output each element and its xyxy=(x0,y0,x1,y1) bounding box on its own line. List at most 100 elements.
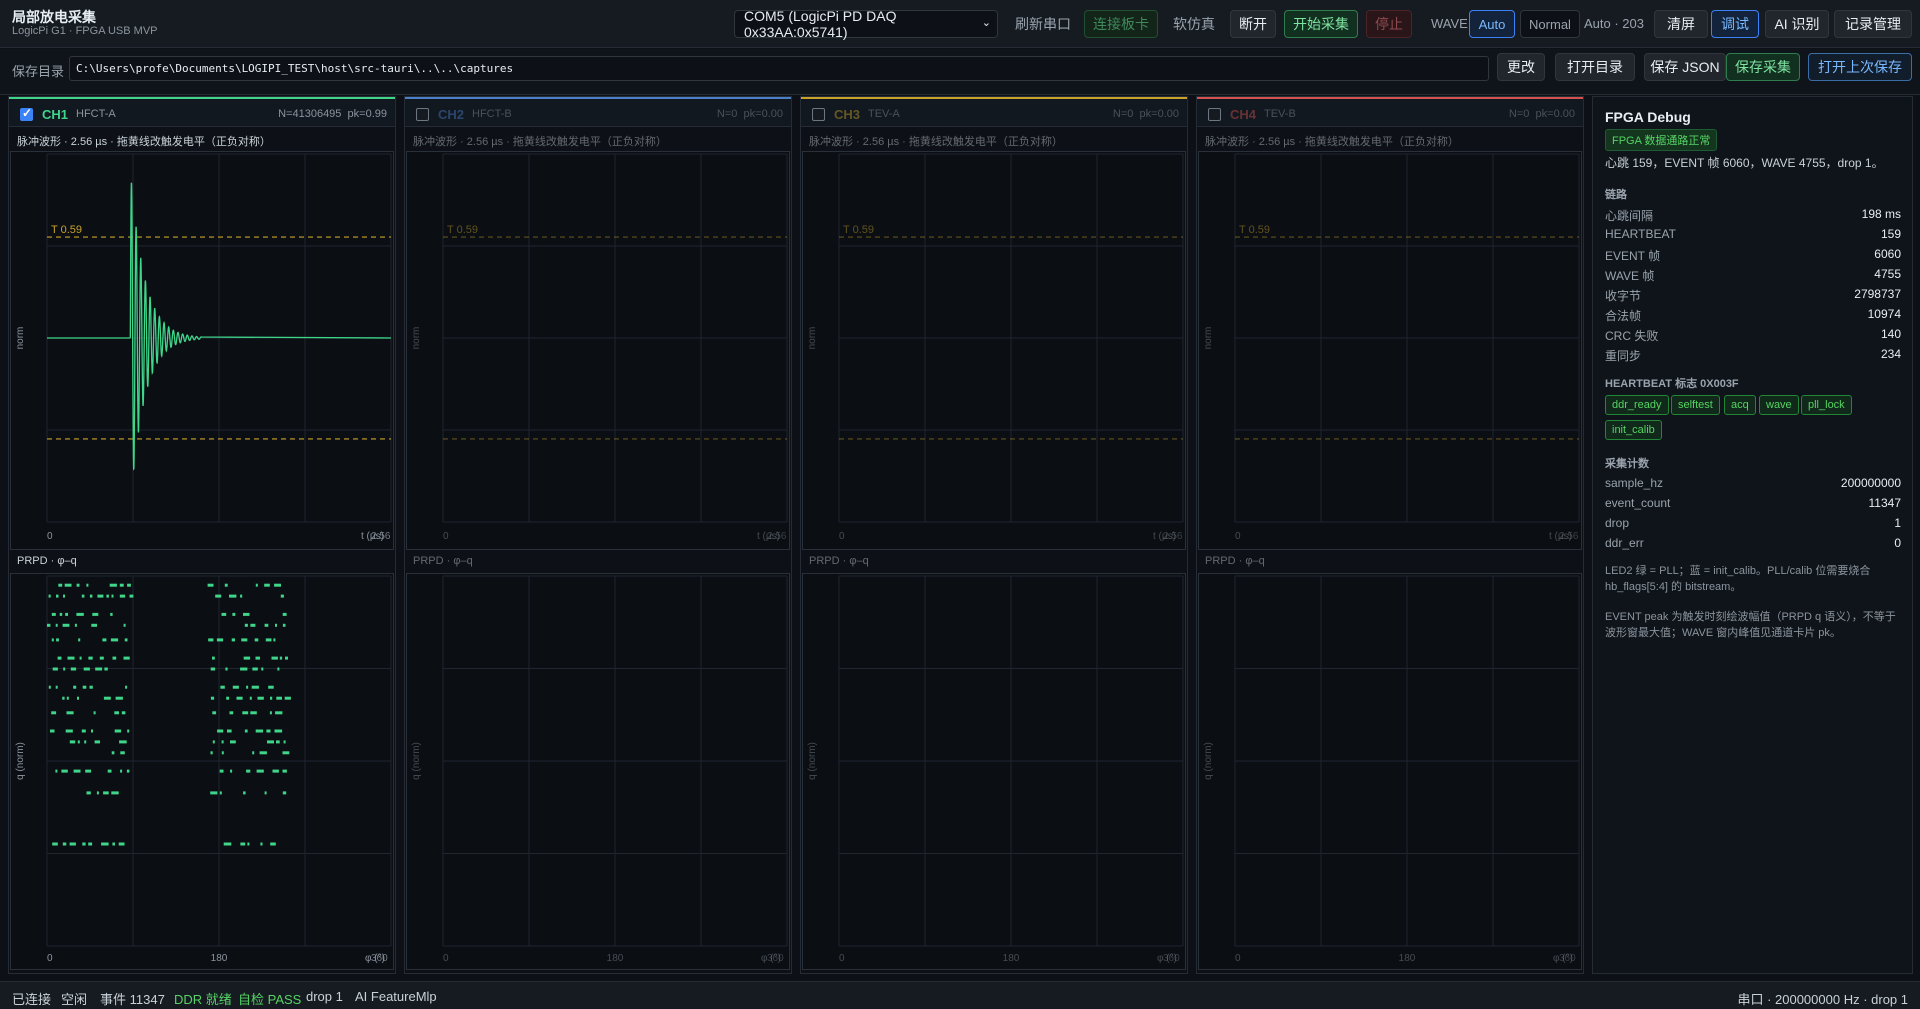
change-dir-button[interactable]: 更改 xyxy=(1497,53,1545,81)
open-dir-button[interactable]: 打开目录 xyxy=(1555,53,1635,81)
prpd-point xyxy=(114,729,122,733)
mode-normal-button[interactable]: Normal xyxy=(1520,10,1580,38)
channel-peak: pk=0.00 xyxy=(1535,108,1575,120)
prpd-point xyxy=(267,740,274,744)
prpd-point xyxy=(81,729,86,733)
simulate-button[interactable]: 软仿真 xyxy=(1164,10,1224,38)
prpd-point xyxy=(62,842,67,846)
channel-enable-checkbox[interactable] xyxy=(812,108,825,121)
open-last-save-button[interactable]: 打开上次保存 xyxy=(1808,53,1912,81)
prpd-point xyxy=(210,791,218,795)
x-tick-0: 0 xyxy=(47,531,53,542)
start-acquisition-button[interactable]: 开始采集 xyxy=(1284,10,1358,38)
prpd-point xyxy=(242,711,249,715)
record-management-button[interactable]: 记录管理 xyxy=(1834,10,1912,38)
link-stat-value: 4755 xyxy=(1874,267,1901,281)
waveform-caption: 脉冲波形 · 2.56 µs · 拖黄线改触发电平（正负对称） xyxy=(413,136,667,148)
prpd-point xyxy=(69,740,76,744)
prpd-point xyxy=(59,612,63,616)
prpd-point xyxy=(282,612,287,616)
channel-card-ch2: CH2 HFCT-B N=0 pk=0.00 脉冲波形 · 2.56 µs · 拖黄线… xyxy=(404,96,792,974)
prpd-point xyxy=(219,769,224,773)
waveform-plot[interactable]: T 0.59 norm 0 t (µs) 2.56 xyxy=(1198,151,1582,550)
save-capture-button[interactable]: 保存采集 xyxy=(1726,53,1800,81)
prpd-plot[interactable]: q (norm) 0 180 φ (°) 360 xyxy=(802,573,1186,970)
acq-stat-value: 200000000 xyxy=(1840,476,1901,490)
prpd-point xyxy=(99,656,104,660)
link-stat-key: HEARTBEAT xyxy=(1605,227,1676,241)
prpd-plot[interactable]: q (norm) 0 180 φ (°) 360 xyxy=(1198,573,1582,970)
save-json-button[interactable]: 保存 JSON xyxy=(1644,53,1726,81)
channel-enable-checkbox[interactable] xyxy=(20,106,33,121)
x-tick-180: 180 xyxy=(211,953,228,964)
trigger-label: T 0.59 xyxy=(1239,224,1270,236)
waveform-plot[interactable]: T 0.59 norm 0 t (µs) 2.56 xyxy=(406,151,790,550)
acq-stat-key: ddr_err xyxy=(1605,536,1644,550)
prpd-point xyxy=(111,791,119,795)
prpd-point xyxy=(120,769,123,773)
stop-button[interactable]: 停止 xyxy=(1366,10,1412,38)
x-tick-180: 180 xyxy=(1003,953,1020,964)
link-stat-value: 2798737 xyxy=(1854,287,1901,301)
waveform-plot[interactable]: T 0.59 norm 0 t (µs) 2.56 xyxy=(802,151,1186,550)
link-stat-row: WAVE 帧 4755 xyxy=(1605,267,1901,285)
prpd-point xyxy=(210,667,216,671)
link-stat-row: CRC 失败 140 xyxy=(1605,327,1901,345)
status-events: 事件 11347 xyxy=(100,992,165,1007)
prpd-point xyxy=(94,740,100,744)
prpd-point xyxy=(240,842,246,846)
prpd-point xyxy=(85,769,92,773)
channel-enable-checkbox[interactable] xyxy=(1208,108,1221,121)
channel-id: CH3 xyxy=(834,107,861,122)
acq-stat-value: 1 xyxy=(1894,516,1901,530)
prpd-point xyxy=(279,656,283,660)
prpd-point xyxy=(95,667,103,671)
waveform-svg: T 0.59norm0 t (µs)2.56 xyxy=(1203,153,1580,542)
wave-label: WAVE xyxy=(1431,16,1468,31)
led-note: LED2 绿 = PLL；蓝 = init_calib。PLL/calib 位需… xyxy=(1605,565,1871,593)
prpd-plot[interactable]: q (norm) 0 180 φ (°) 360 xyxy=(10,573,394,970)
disconnect-button[interactable]: 断开 xyxy=(1230,10,1276,38)
mode-auto-button[interactable]: Auto xyxy=(1469,10,1515,38)
trigger-label: T 0.59 xyxy=(843,224,874,236)
heartbeat-flag-init-calib: init_calib xyxy=(1605,420,1662,440)
channel-sensor-name: TEV-A xyxy=(868,108,900,120)
x-tick-180: 180 xyxy=(607,953,624,964)
ai-recognize-button[interactable]: AI 识别 xyxy=(1765,10,1829,38)
prpd-point xyxy=(63,667,66,671)
status-ddr: DDR 就绪 xyxy=(174,992,232,1007)
prpd-point xyxy=(65,612,68,616)
prpd-point xyxy=(264,583,270,587)
prpd-point xyxy=(103,791,109,795)
save-path-input[interactable]: C:\Users\profe\Documents\LOGIPI_TEST\hos… xyxy=(69,56,1489,81)
waveform-plot[interactable]: T 0.59 norm 0 t (µs) 2.56 xyxy=(10,151,394,550)
link-stat-value: 198 ms xyxy=(1861,207,1901,221)
prpd-svg: q (norm)0 180 φ (°)360 xyxy=(1203,575,1580,964)
channel-enable-checkbox[interactable] xyxy=(416,108,429,121)
prpd-point xyxy=(125,685,128,689)
save-dir-label: 保存目录 xyxy=(12,64,65,79)
prpd-caption: PRPD · φ–q xyxy=(1205,555,1265,567)
status-bar: 已连接 空闲 事件 11347 DDR 就绪 自检 PASS drop 1 AI… xyxy=(0,981,1920,1009)
prpd-point xyxy=(232,612,236,616)
prpd-plot[interactable]: q (norm) 0 180 φ (°) 360 xyxy=(406,573,790,970)
clear-screen-button[interactable]: 清屏 xyxy=(1654,10,1708,38)
prpd-point xyxy=(65,729,73,733)
channel-id: CH1 xyxy=(42,107,69,122)
prpd-svg: q (norm)0 180 φ (°)360 xyxy=(807,575,1184,964)
prpd-point xyxy=(102,638,107,642)
app-subtitle: LogicPi G1 · FPGA USB MVP xyxy=(12,25,158,37)
prpd-point xyxy=(255,583,258,587)
prpd-point xyxy=(243,656,251,660)
waveform-svg: T 0.59norm0 t (µs)2.56 xyxy=(411,153,788,542)
refresh-port-button[interactable]: 刷新串口 xyxy=(1006,10,1080,38)
prpd-point xyxy=(64,583,72,587)
prpd-point xyxy=(118,842,125,846)
waveform-ylabel: norm xyxy=(807,327,818,350)
connect-button[interactable]: 连接板卡 xyxy=(1084,10,1158,38)
prpd-point xyxy=(77,696,79,700)
port-select[interactable]: COM5 (LogicPi PD DAQ 0x33AA:0x5741) ⌄ xyxy=(734,8,998,40)
prpd-ylabel: q (norm) xyxy=(411,742,422,780)
debug-button[interactable]: 调试 xyxy=(1711,10,1759,38)
channel-card-ch4: CH4 TEV-B N=0 pk=0.00 脉冲波形 · 2.56 µs · 拖黄线改… xyxy=(1196,96,1584,974)
